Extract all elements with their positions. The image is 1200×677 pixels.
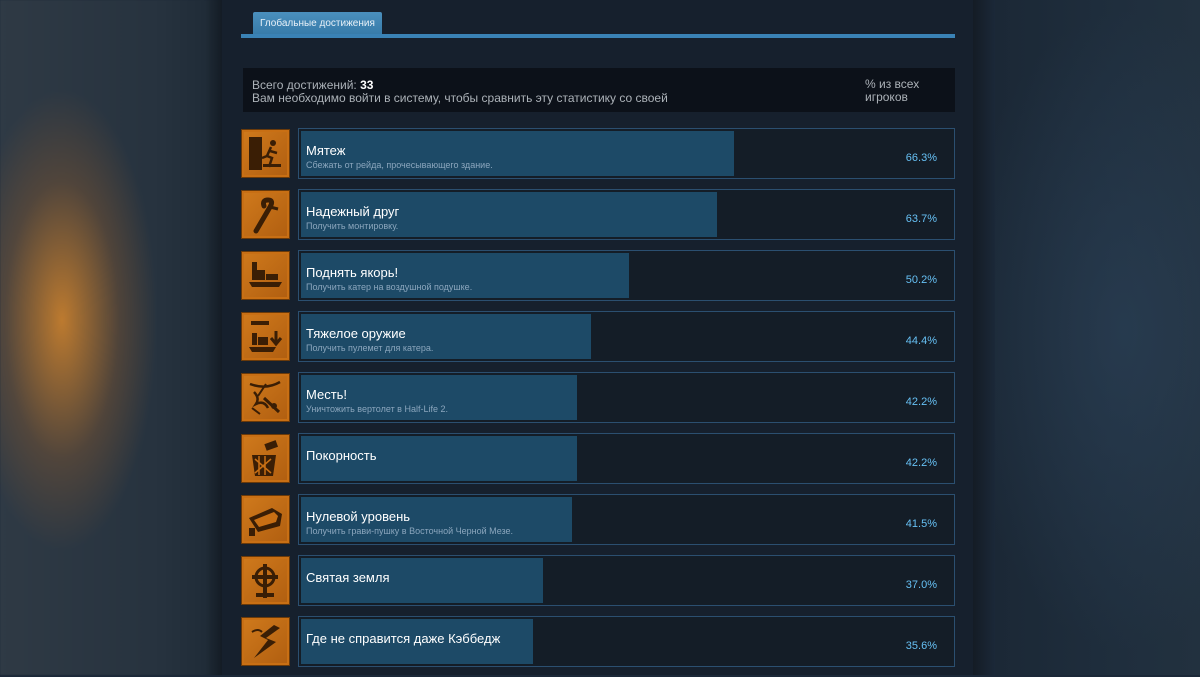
achievement-name: Мятеж: [306, 143, 346, 158]
achievement-name: Нулевой уровень: [306, 509, 411, 524]
achievement-row[interactable]: Тяжелое оружие Получить пулемет для катер…: [241, 311, 955, 362]
percent-header: % из всех игроков: [865, 77, 920, 104]
achievement-progress: Мятеж Сбежать от рейда, прочесывающего зд…: [298, 128, 955, 179]
total-label: Всего достижений:: [252, 78, 357, 92]
achievement-percent: 50.2%: [905, 274, 937, 286]
achievement-row[interactable]: Нулевой уровень Получить грави-пушку в Во…: [241, 494, 955, 545]
total-achievements: Всего достижений: 33: [252, 78, 373, 92]
celtic-cross-icon: [241, 556, 290, 605]
achievement-description: Сбежать от рейда, прочесывающего здание.: [306, 160, 493, 170]
achievement-row[interactable]: Покорность 42.2%: [241, 433, 955, 484]
gravity-gun-icon: [241, 495, 290, 544]
achievement-name: Где не справится даже Кэббедж: [306, 631, 501, 646]
achievement-row[interactable]: Где не справится даже Кэббедж 35.6%: [241, 616, 955, 667]
achievement-percent: 66.3%: [905, 152, 937, 164]
achievement-percent: 35.6%: [905, 640, 937, 652]
achievement-description: Получить грави-пушку в Восточной Черной …: [306, 526, 514, 536]
achievement-percent: 42.2%: [905, 457, 937, 469]
achievement-percent: 37.0%: [905, 579, 937, 591]
achievement-description: Получить пулемет для катера.: [306, 343, 434, 353]
achievement-description: Получить катер на воздушной подушке.: [306, 282, 473, 292]
login-note: Вам необходимо войти в систему, чтобы ср…: [252, 91, 668, 105]
helicopter-crash-icon: [241, 373, 290, 422]
achievement-row[interactable]: Надежный друг Получить монтировку. 63.7%: [241, 189, 955, 240]
achievements-summary: Всего достижений: 33 Вам необходимо войт…: [243, 68, 955, 112]
achievement-row[interactable]: Поднять якорь! Получить катер на воздушно…: [241, 250, 955, 301]
background-right-blur: [995, 0, 1200, 675]
lightning-icon: [241, 617, 290, 666]
panel-shadow-left: [205, 0, 222, 675]
achievement-progress: Надежный друг Получить монтировку. 63.7%: [298, 189, 955, 240]
panel-shadow-right: [973, 0, 995, 675]
achievement-progress: Покорность 42.2%: [298, 433, 955, 484]
achievement-name: Тяжелое оружие: [306, 326, 406, 341]
achievement-percent: 41.5%: [905, 518, 937, 530]
achievement-name: Святая земля: [306, 570, 390, 585]
tab-global-achievements[interactable]: Глобальные достижения: [253, 12, 382, 36]
achievement-progress: Где не справится даже Кэббедж 35.6%: [298, 616, 955, 667]
tab-underline: [241, 34, 955, 38]
achievement-name: Покорность: [306, 448, 377, 463]
achievement-percent: 63.7%: [905, 213, 937, 225]
running-man-door-icon: [241, 129, 290, 178]
achievements-panel: Глобальные достижения Всего достижений: …: [222, 0, 973, 675]
achievement-row[interactable]: Мятеж Сбежать от рейда, прочесывающего зд…: [241, 128, 955, 179]
crowbar-icon: [241, 190, 290, 239]
achievement-percent: 42.2%: [905, 396, 937, 408]
trash-can-icon: [241, 434, 290, 483]
achievement-row[interactable]: Месть! Уничтожить вертолет в Half-Life 2.…: [241, 372, 955, 423]
airboat-icon: [241, 251, 290, 300]
achievement-progress: Нулевой уровень Получить грави-пушку в Во…: [298, 494, 955, 545]
background-left-blur: [0, 0, 222, 675]
achievement-name: Надежный друг: [306, 204, 400, 219]
achievement-name: Поднять якорь!: [306, 265, 399, 280]
achievement-description: Уничтожить вертолет в Half-Life 2.: [306, 404, 448, 414]
achievement-row[interactable]: Святая земля 37.0%: [241, 555, 955, 606]
achievement-progress: Поднять якорь! Получить катер на воздушно…: [298, 250, 955, 301]
total-value: 33: [360, 78, 374, 92]
achievement-progress: Тяжелое оружие Получить пулемет для катер…: [298, 311, 955, 362]
achievement-description: Получить монтировку.: [306, 221, 399, 231]
airboat-gun-icon: [241, 312, 290, 361]
achievement-name: Месть!: [306, 387, 348, 402]
achievement-progress: Святая земля 37.0%: [298, 555, 955, 606]
achievement-percent: 44.4%: [905, 335, 937, 347]
achievement-progress: Месть! Уничтожить вертолет в Half-Life 2.…: [298, 372, 955, 423]
achievement-list: Мятеж Сбежать от рейда, прочесывающего зд…: [241, 128, 955, 677]
